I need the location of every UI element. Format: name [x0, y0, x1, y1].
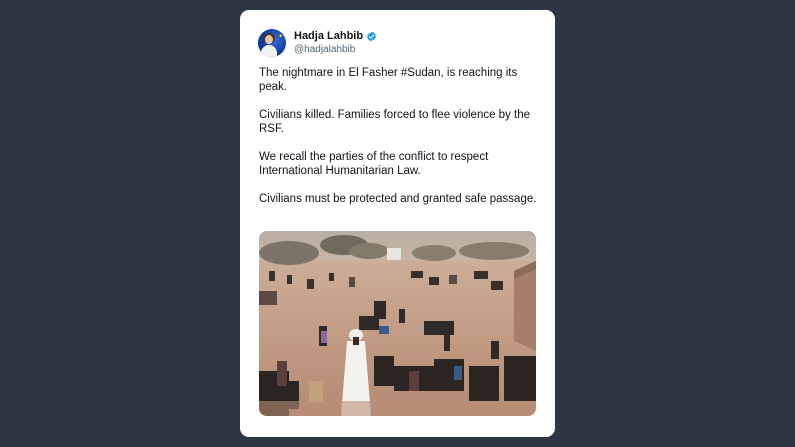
tweet-photo[interactable] — [259, 231, 536, 416]
tweet-text: The nightmare in El Fasher #Sudan, is re… — [259, 66, 541, 220]
tweet-paragraph: Civilians must be protected and granted … — [259, 193, 537, 205]
verified-badge-icon — [367, 31, 376, 41]
author-handle[interactable]: @hadjalahbib — [294, 43, 377, 57]
tweet-paragraph: The nightmare in El Fasher #Sudan, is re… — [259, 67, 518, 93]
avatar-shoulders — [261, 45, 277, 57]
author-display-name[interactable]: Hadja Lahbib — [294, 29, 363, 43]
avatar[interactable]: ✦ — [258, 29, 286, 57]
display-name-row: Hadja Lahbib — [294, 29, 377, 43]
avatar-face — [265, 35, 273, 44]
photo-crowd-fleeing-image — [259, 231, 536, 416]
tweet-paragraph: We recall the parties of the conflict to… — [259, 151, 489, 177]
author-block: Hadja Lahbib @hadjalahbib — [294, 29, 377, 57]
tweet-header: ✦ Hadja Lahbib @hadjalahbib — [258, 27, 377, 59]
tweet-paragraph: Civilians killed. Families forced to fle… — [259, 109, 531, 135]
tweet-card: ✦ Hadja Lahbib @hadjalahbib The nightmar… — [240, 10, 555, 437]
avatar-stars: ✦ — [277, 34, 283, 40]
